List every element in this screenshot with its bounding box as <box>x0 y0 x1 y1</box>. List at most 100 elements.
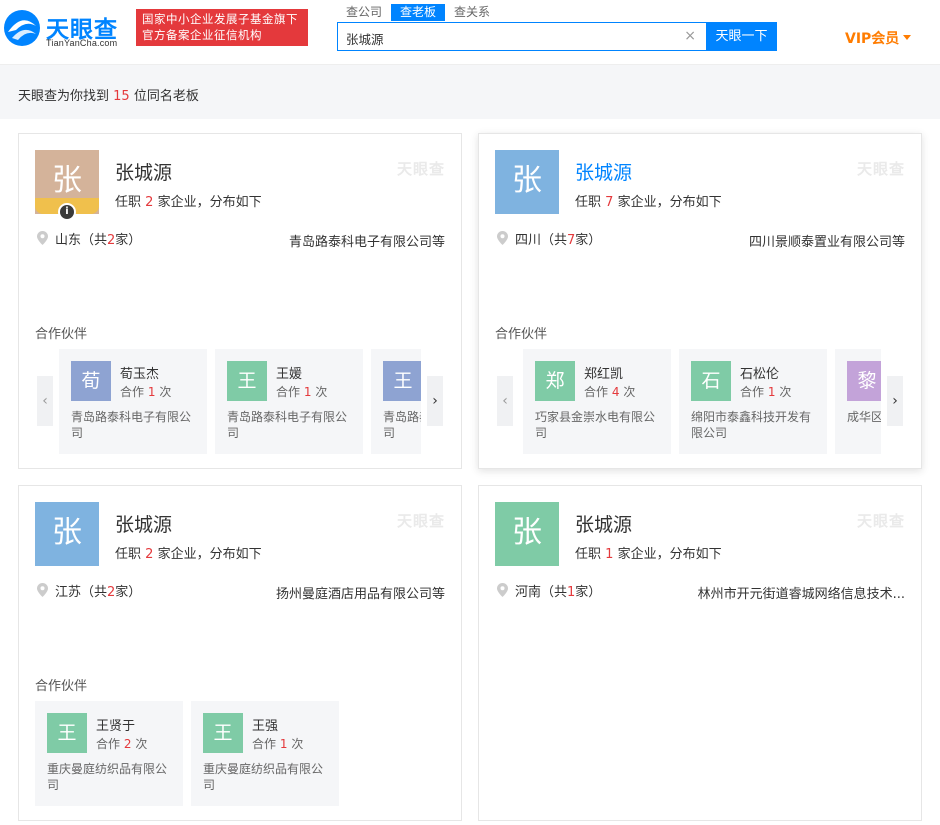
search-tabs: 查公司 查老板 查关系 <box>337 4 499 21</box>
partner-coop-count: 合作 1 次 <box>120 383 171 400</box>
partner-avatar[interactable]: 王 <box>203 713 243 753</box>
boss-card[interactable]: 张 张城源 天眼查 任职 2 家企业，分布如下 江苏（共2家） 扬州曼庭酒店用品… <box>18 485 462 821</box>
partner-card[interactable]: 黎 成华区 <box>835 349 881 454</box>
tab-boss[interactable]: 查老板 <box>391 4 446 21</box>
boss-name[interactable]: 张城源 <box>575 158 632 185</box>
tab-relation[interactable]: 查关系 <box>445 4 499 21</box>
watermark: 天眼查 <box>856 512 905 530</box>
partner-name[interactable]: 王贤于 <box>96 715 135 734</box>
job-prefix: 任职 <box>115 547 142 562</box>
partner-carousel: 郑 郑红凯 合作 4 次 巧家县金崇水电有限公司 石 石松伦 合作 1 次 绵阳… <box>519 349 881 454</box>
job-count: 2 <box>145 195 154 210</box>
partner-company[interactable]: 巧家县金崇水电有限公司 <box>535 409 663 441</box>
avatar[interactable]: 张 <box>495 502 559 566</box>
clear-icon[interactable]: × <box>684 28 696 44</box>
location-pin-icon <box>37 583 48 597</box>
partner-avatar[interactable]: 荀 <box>71 361 111 401</box>
partner-company[interactable]: 青岛路泰科电子有限公司 <box>383 409 421 441</box>
result-summary-bar: 天眼查为你找到 15 位同名老板 <box>0 64 940 119</box>
search-input[interactable]: 张城源 × <box>337 22 706 51</box>
partner-name[interactable]: 王媛 <box>276 363 302 382</box>
boss-name[interactable]: 张城源 <box>575 510 632 537</box>
search-button[interactable]: 天眼一下 <box>706 22 777 51</box>
partner-name[interactable]: 石松伦 <box>740 363 779 382</box>
logo[interactable]: 天眼查 TianYanCha.com <box>2 8 130 48</box>
partner-card[interactable]: 石 石松伦 合作 1 次 绵阳市泰鑫科技开发有限公司 <box>679 349 827 454</box>
partner-card[interactable]: 王 王媛 合作 1 次 青岛路泰科电子有限公司 <box>215 349 363 454</box>
job-count: 1 <box>605 547 614 562</box>
job-prefix: 任职 <box>115 195 142 210</box>
partner-coop-count: 合作 2 次 <box>96 735 147 752</box>
partner-card[interactable]: 王 王强 合作 1 次 重庆曼庭纺织品有限公司 <box>191 701 339 806</box>
boss-card[interactable]: 张 i 张城源 天眼查 任职 2 家企业，分布如下 山东（共2家） 青岛路泰科电… <box>18 133 462 469</box>
partner-company[interactable]: 绵阳市泰鑫科技开发有限公司 <box>691 409 819 441</box>
partner-name[interactable]: 荀玉杰 <box>120 363 159 382</box>
company-link[interactable]: 青岛路泰科电子有限公司等 <box>289 231 445 250</box>
location-summary: 河南（共1家） <box>515 581 601 600</box>
boss-name[interactable]: 张城源 <box>115 510 172 537</box>
coop-prefix: 合作 <box>740 385 765 399</box>
info-badge-icon: i <box>58 203 76 221</box>
partner-company[interactable]: 重庆曼庭纺织品有限公司 <box>47 761 175 793</box>
boss-card[interactable]: 张 张城源 天眼查 任职 7 家企业，分布如下 四川（共7家） 四川景顺泰置业有… <box>478 133 922 469</box>
tab-company[interactable]: 查公司 <box>337 4 391 21</box>
job-summary: 任职 7 家企业，分布如下 <box>575 191 722 210</box>
partner-company[interactable]: 青岛路泰科电子有限公司 <box>71 409 199 441</box>
chevron-right-icon[interactable]: › <box>887 376 903 426</box>
search-input-value[interactable]: 张城源 <box>346 29 384 48</box>
company-link[interactable]: 林州市开元街道睿城网络信息技术... <box>698 583 905 602</box>
tianyancha-logo-icon <box>4 10 40 46</box>
partners-title: 合作伙伴 <box>35 679 88 694</box>
avatar[interactable]: 张 <box>495 150 559 214</box>
job-suffix: 家企业，分布如下 <box>157 547 262 562</box>
partner-card[interactable]: 郑 郑红凯 合作 4 次 巧家县金崇水电有限公司 <box>523 349 671 454</box>
partner-name[interactable]: 郑红凯 <box>584 363 623 382</box>
partner-avatar[interactable]: 王 <box>227 361 267 401</box>
result-summary: 天眼查为你找到 15 位同名老板 <box>18 85 199 104</box>
company-link[interactable]: 四川景顺泰置业有限公司等 <box>749 231 905 250</box>
company-link[interactable]: 扬州曼庭酒店用品有限公司等 <box>276 583 445 602</box>
coop-suffix: 次 <box>779 385 792 399</box>
partner-avatar[interactable]: 王 <box>47 713 87 753</box>
chevron-right-icon[interactable]: › <box>427 376 443 426</box>
header: 天眼查 TianYanCha.com 国家中小企业发展子基金旗下 官方备案企业征… <box>0 0 940 64</box>
avatar[interactable]: 张 <box>35 502 99 566</box>
job-summary: 任职 1 家企业，分布如下 <box>575 543 722 562</box>
partner-name[interactable]: 王强 <box>252 715 278 734</box>
partner-avatar[interactable]: 黎 <box>847 361 881 401</box>
result-prefix: 天眼查为你找到 <box>18 89 110 104</box>
partner-avatar[interactable]: 郑 <box>535 361 575 401</box>
job-count: 2 <box>145 547 154 562</box>
coop-suffix: 次 <box>315 385 328 399</box>
vip-menu[interactable]: VIP会员 <box>845 28 912 48</box>
watermark: 天眼查 <box>396 512 445 530</box>
location-summary: 江苏（共2家） <box>55 581 141 600</box>
partner-avatar[interactable]: 王 <box>383 361 421 401</box>
partner-company[interactable]: 重庆曼庭纺织品有限公司 <box>203 761 331 793</box>
job-count: 7 <box>605 195 614 210</box>
loc-prefix: 河南（共 <box>515 585 568 600</box>
boss-card[interactable]: 张 张城源 天眼查 任职 1 家企业，分布如下 河南（共1家） 林州市开元街道睿… <box>478 485 922 821</box>
coop-count: 4 <box>611 385 620 399</box>
logo-domain: TianYanCha.com <box>46 38 118 48</box>
partner-avatar[interactable]: 石 <box>691 361 731 401</box>
coop-prefix: 合作 <box>96 737 121 751</box>
coop-prefix: 合作 <box>584 385 609 399</box>
result-count: 15 <box>113 89 130 104</box>
partner-card[interactable]: 荀 荀玉杰 合作 1 次 青岛路泰科电子有限公司 <box>59 349 207 454</box>
partner-company[interactable]: 青岛路泰科电子有限公司 <box>227 409 355 441</box>
loc-suffix: 家） <box>115 585 142 600</box>
partner-company[interactable]: 成华区 <box>847 409 881 425</box>
chevron-left-icon[interactable]: ‹ <box>37 376 53 426</box>
job-summary: 任职 2 家企业，分布如下 <box>115 191 262 210</box>
chevron-left-icon[interactable]: ‹ <box>497 376 513 426</box>
location-pin-icon <box>497 583 508 597</box>
result-suffix: 位同名老板 <box>133 89 199 104</box>
job-suffix: 家企业，分布如下 <box>617 195 722 210</box>
location-pin-icon <box>497 231 508 245</box>
partner-coop-count: 合作 1 次 <box>740 383 791 400</box>
partner-card[interactable]: 王 王贤于 合作 2 次 重庆曼庭纺织品有限公司 <box>35 701 183 806</box>
partner-card[interactable]: 王 青岛路泰科电子有限公司 <box>371 349 421 454</box>
boss-name[interactable]: 张城源 <box>115 158 172 185</box>
coop-prefix: 合作 <box>120 385 145 399</box>
